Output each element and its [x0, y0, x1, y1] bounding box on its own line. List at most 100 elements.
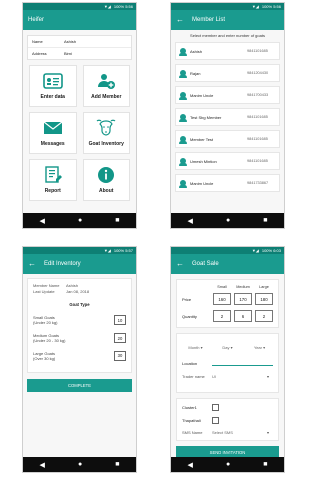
month-dropdown[interactable]: Month ▾ [182, 345, 209, 350]
cluster-row: Cluster1 [182, 404, 273, 411]
member-row[interactable]: Manim Uncle 9841700433 [175, 86, 280, 104]
address-row: Address Birni [28, 48, 131, 59]
android-nav-bar: ◀ ● ■ [171, 457, 284, 472]
send-invitation-button[interactable]: SEND INVITATION [176, 446, 279, 457]
about-tile[interactable]: About [82, 159, 130, 201]
date-selector-row: Month ▾ Day ▾ Year ▾ [182, 345, 273, 350]
status-bar: ▼◢ 100% 5:56 [23, 3, 136, 10]
member-row[interactable]: Ashish 9841101685 [175, 42, 280, 60]
cluster-checkbox[interactable] [212, 404, 219, 411]
status-signal-icon: ▼◢ [251, 4, 259, 9]
large-quantity-input[interactable]: 2 [255, 310, 273, 322]
inventory-card: Member Name Ashish Last Update Jan 08, 2… [27, 278, 132, 374]
thapathali-label: Thapathali [182, 418, 201, 423]
recents-nav-icon[interactable]: ■ [115, 461, 119, 468]
small-header: Small [217, 285, 227, 289]
cluster-label: Cluster1 [182, 405, 197, 410]
report-label: Report [44, 188, 61, 194]
small-goats-text: Small Goats (Under 20 kg) [33, 315, 57, 326]
goat-inventory-tile[interactable]: Goat Inventory [82, 112, 130, 154]
add-user-icon [96, 72, 116, 90]
member-phone: 9841101685 [247, 49, 268, 53]
goat-inventory-label: Goat Inventory [88, 141, 124, 147]
status-signal-icon: ▼◢ [103, 4, 111, 9]
day-dropdown[interactable]: Day ▾ [214, 345, 241, 350]
address-label: Address [32, 51, 47, 56]
android-nav-bar: ◀ ● ■ [171, 213, 284, 228]
member-name-label: Member Name [33, 283, 60, 288]
status-bar: ▼◢ 100% 5:57 [23, 247, 136, 254]
large-goats-input[interactable]: 30 [114, 350, 126, 361]
user-icon [179, 48, 187, 56]
member-row[interactable]: Member Test 9841101685 [175, 130, 280, 148]
member-row[interactable]: Rajan 9841204430 [175, 64, 280, 82]
add-member-tile[interactable]: Add Member [82, 65, 130, 107]
member-row[interactable]: Manim Uncle 9841733867 [175, 174, 280, 192]
report-tile[interactable]: Report [29, 159, 77, 201]
member-row[interactable]: Umesh Mintion 9841101685 [175, 152, 280, 170]
back-arrow-icon[interactable]: ← [176, 260, 184, 268]
large-goats-row: Large Goats (Over 30 kg) 30 [33, 351, 126, 362]
screen-content: Select member and enter number of goats … [171, 30, 284, 213]
recents-nav-icon[interactable]: ■ [115, 217, 119, 224]
member-name-value: Ashish [66, 283, 79, 288]
back-nav-icon[interactable]: ◀ [40, 217, 45, 225]
price-label: Price [182, 296, 192, 302]
medium-price-input[interactable]: 170 [234, 293, 252, 305]
phone-screen-goat-sale: ▼◢ 100% 6:03 ← Goat Sale Small Medium La… [170, 246, 285, 473]
small-goats-input[interactable]: 10 [114, 315, 126, 326]
member-name: Rajan [190, 70, 201, 76]
home-nav-icon[interactable]: ● [226, 461, 230, 468]
back-nav-icon[interactable]: ◀ [188, 461, 193, 469]
month-dropdown-label: Month [188, 345, 200, 350]
name-row: Name Ashish [28, 36, 131, 48]
recents-nav-icon[interactable]: ■ [263, 217, 267, 224]
sms-row: SMS Name Select SMS ▾ [182, 430, 273, 435]
screen-content: Member Name Ashish Last Update Jan 08, 2… [23, 274, 136, 457]
trader-select[interactable]: Ul [212, 374, 267, 379]
small-price-input[interactable]: 160 [213, 293, 231, 305]
thapathali-checkbox[interactable] [212, 417, 219, 424]
id-card-icon [42, 72, 63, 90]
large-goats-text: Large Goats (Over 30 kg) [33, 351, 55, 362]
location-input[interactable] [212, 358, 273, 366]
status-text: 100% 5:56 [261, 4, 281, 9]
size-header-row: Small Medium Large [182, 285, 273, 289]
complete-button[interactable]: COMPLETE [27, 379, 132, 393]
home-nav-icon[interactable]: ● [78, 217, 82, 224]
enter-data-tile[interactable]: Enter data [29, 65, 77, 107]
report-icon [43, 166, 63, 184]
messages-tile[interactable]: Messages [29, 112, 77, 154]
small-quantity-input[interactable]: 2 [213, 310, 231, 322]
back-arrow-icon[interactable]: ← [176, 16, 184, 24]
year-dropdown[interactable]: Year ▾ [246, 345, 273, 350]
user-icon [179, 180, 187, 188]
home-nav-icon[interactable]: ● [226, 217, 230, 224]
medium-quantity-input[interactable]: 6 [234, 310, 252, 322]
recents-nav-icon[interactable]: ■ [263, 461, 267, 468]
back-nav-icon[interactable]: ◀ [40, 461, 45, 469]
messages-label: Messages [40, 141, 65, 147]
medium-goats-input[interactable]: 20 [114, 333, 126, 344]
member-name: Manim Uncle [190, 92, 214, 98]
quantity-label: Quantity [182, 313, 197, 319]
member-name-row: Member Name Ashish [33, 283, 126, 288]
large-price-input[interactable]: 180 [255, 293, 273, 305]
screen-content: Name Ashish Address Birni Enter data Add… [23, 30, 136, 213]
back-nav-icon[interactable]: ◀ [188, 217, 193, 225]
medium-goats-range: (Under 20 - 30 kg) [33, 338, 66, 344]
home-nav-icon[interactable]: ● [78, 461, 82, 468]
user-icon [179, 136, 187, 144]
add-member-label: Add Member [91, 94, 122, 100]
medium-goats-row: Medium Goats (Under 20 - 30 kg) 20 [33, 333, 126, 344]
back-arrow-icon[interactable]: ← [28, 260, 36, 268]
page-title: Goat Sale [192, 261, 219, 267]
member-row[interactable]: Test Sbg Member 9841101685 [175, 108, 280, 126]
member-name: Test Sbg Member [190, 114, 222, 120]
member-info-card: Name Ashish Address Birni [27, 35, 132, 60]
dropdown-arrow-icon: ▾ [267, 430, 270, 435]
sms-select[interactable]: Select SMS [212, 430, 267, 435]
price-row: Price 160 170 180 [182, 293, 273, 305]
sms-card: Cluster1 Thapathali SMS Name Select SMS … [176, 398, 279, 441]
name-value: Ashish [64, 39, 77, 44]
